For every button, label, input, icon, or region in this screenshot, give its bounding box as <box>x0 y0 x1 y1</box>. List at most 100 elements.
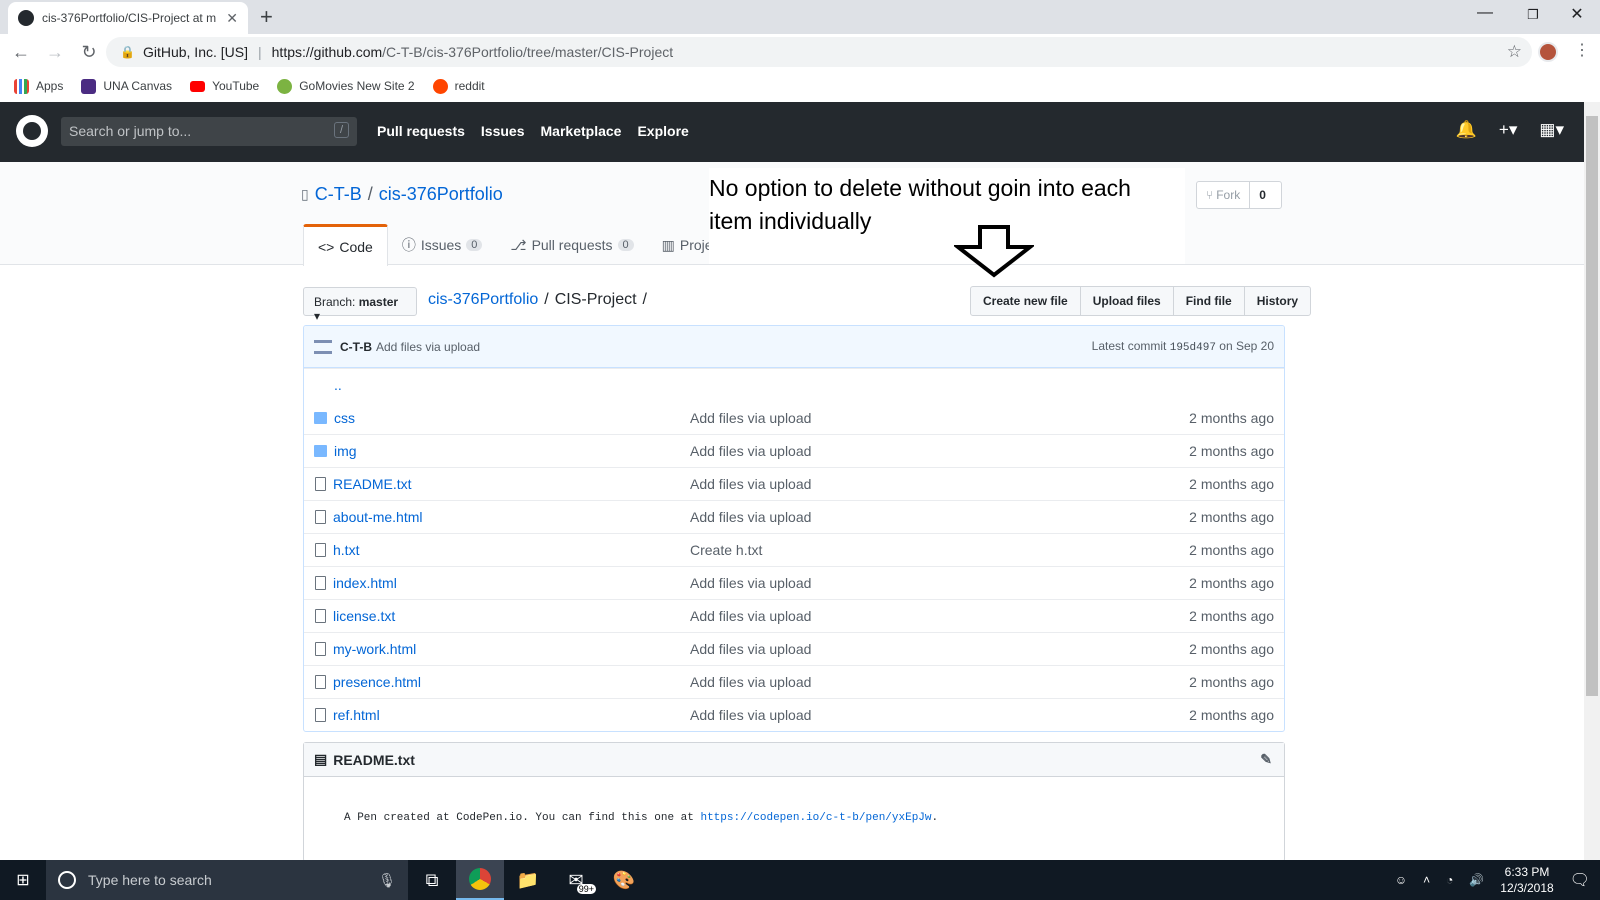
wifi-icon[interactable]: ◔ <box>1446 873 1453 887</box>
tab-title: cis-376Portfolio/CIS-Project at m <box>42 11 217 25</box>
file-commit-message[interactable]: Add files via upload <box>690 410 811 426</box>
bookmark-una-canvas[interactable]: UNA Canvas <box>81 78 172 94</box>
address-bar[interactable]: 🔒 GitHub, Inc. [US] | https://github.com… <box>106 37 1532 67</box>
file-explorer-icon[interactable]: 📁 <box>504 860 552 900</box>
file-commit-message[interactable]: Add files via upload <box>690 707 811 723</box>
windows-start-icon[interactable]: ⊞ <box>0 870 46 890</box>
file-row[interactable]: index.html Add files via upload 2 months a… <box>304 566 1284 599</box>
profile-avatar[interactable] <box>1538 42 1558 62</box>
microphone-icon[interactable]: 🎙 <box>378 872 396 889</box>
file-row[interactable]: license.txt Add files via upload 2 months … <box>304 599 1284 632</box>
tab-pull-requests[interactable]: ⎇ Pull requests 0 <box>496 224 647 266</box>
people-icon[interactable]: ☺ <box>1395 873 1407 887</box>
search-shortcut-key: / <box>333 122 349 138</box>
back-icon[interactable]: ← <box>4 42 38 63</box>
commit-sha[interactable]: 195d497 <box>1170 342 1216 354</box>
file-row[interactable]: img Add files via upload 2 months ago <box>304 434 1284 467</box>
file-commit-message[interactable]: Create h.txt <box>690 542 762 558</box>
tray-chevron-up-icon[interactable]: ˄ <box>1423 873 1430 887</box>
file-commit-message[interactable]: Add files via upload <box>690 575 811 591</box>
commit-author-avatar[interactable] <box>314 339 332 354</box>
file-name-link[interactable]: presence.html <box>333 674 688 690</box>
search-input[interactable]: Search or jump to... / <box>61 117 357 146</box>
file-name-link[interactable]: index.html <box>333 575 688 591</box>
bookmark-gomovies[interactable]: GoMovies New Site 2 <box>277 78 415 94</box>
file-name-link[interactable]: ref.html <box>333 707 688 723</box>
browser-tab[interactable]: cis-376Portfolio/CIS-Project at m ✕ <box>8 2 248 34</box>
tab-code[interactable]: <> Code <box>303 224 388 266</box>
close-tab-icon[interactable]: ✕ <box>226 10 238 27</box>
file-row[interactable]: css Add files via upload 2 months ago <box>304 401 1284 434</box>
create-new-plus-icon[interactable]: +▾ <box>1499 120 1517 140</box>
file-commit-message[interactable]: Add files via upload <box>690 608 811 624</box>
parent-directory-link[interactable]: .. <box>304 377 659 393</box>
task-view-icon[interactable]: ⧉ <box>408 860 456 900</box>
minimize-icon[interactable]: — <box>1462 4 1508 22</box>
notifications-bell-icon[interactable]: 🔔 <box>1456 120 1477 140</box>
file-commit-message[interactable]: Add files via upload <box>690 509 811 525</box>
file-name-link[interactable]: css <box>334 410 689 426</box>
repo-book-icon: ▯ <box>301 186 309 202</box>
file-commit-message[interactable]: Add files via upload <box>690 674 811 690</box>
taskbar-search-input[interactable]: Type here to search 🎙 <box>46 860 408 900</box>
restore-icon[interactable]: ❐ <box>1510 7 1556 23</box>
chrome-taskbar-icon[interactable] <box>456 860 504 900</box>
forward-icon[interactable]: → <box>38 42 72 63</box>
bookmark-star-icon[interactable]: ☆ <box>1507 42 1522 62</box>
file-name-link[interactable]: img <box>334 443 689 459</box>
parent-directory-row[interactable]: .. <box>304 368 1284 401</box>
nav-explore[interactable]: Explore <box>637 123 688 139</box>
readme-codepen-link[interactable]: https://codepen.io/c-t-b/pen/yxEpJw <box>700 812 931 824</box>
bookmark-label: YouTube <box>212 79 260 93</box>
upload-files-button[interactable]: Upload files <box>1081 287 1174 315</box>
file-commit-message[interactable]: Add files via upload <box>690 641 811 657</box>
volume-icon[interactable]: 🔊 <box>1469 873 1484 887</box>
scrollbar-thumb[interactable] <box>1586 116 1598 696</box>
close-window-icon[interactable]: ✕ <box>1554 4 1600 24</box>
page-scrollbar[interactable] <box>1584 102 1600 860</box>
create-new-file-button[interactable]: Create new file <box>971 287 1081 315</box>
file-row[interactable]: h.txt Create h.txt 2 months ago <box>304 533 1284 566</box>
commit-author[interactable]: C-T-B <box>340 340 372 354</box>
file-row[interactable]: ref.html Add files via upload 2 months ago <box>304 698 1284 731</box>
tab-issues[interactable]: ⓘ Issues 0 <box>388 224 497 266</box>
bookmark-apps[interactable]: Apps <box>14 78 63 94</box>
history-button[interactable]: History <box>1245 287 1310 315</box>
fork-button[interactable]: ⑂ Fork 0 <box>1196 181 1282 209</box>
branch-selector[interactable]: Branch: master ▾ <box>303 287 417 323</box>
nav-issues[interactable]: Issues <box>481 123 525 139</box>
edit-pencil-icon[interactable]: ✎ <box>1260 751 1272 768</box>
breadcrumb-current: CIS-Project <box>554 291 637 308</box>
file-name-link[interactable]: my-work.html <box>333 641 688 657</box>
browser-menu-icon[interactable]: ⋮ <box>1574 40 1590 60</box>
file-row[interactable]: README.txt Add files via upload 2 months a… <box>304 467 1284 500</box>
file-row[interactable]: about-me.html Add files via upload 2 month… <box>304 500 1284 533</box>
file-row[interactable]: presence.html Add files via upload 2 month… <box>304 665 1284 698</box>
commit-message[interactable]: Add files via upload <box>376 340 480 354</box>
file-name-link[interactable]: h.txt <box>333 542 688 558</box>
nav-marketplace[interactable]: Marketplace <box>541 123 622 139</box>
mail-icon[interactable]: ✉ 99+ <box>552 860 600 900</box>
file-name-link[interactable]: README.txt <box>333 476 688 492</box>
breadcrumb-root-link[interactable]: cis-376Portfolio <box>428 291 538 309</box>
repo-name-link[interactable]: cis-376Portfolio <box>379 184 503 205</box>
file-row[interactable]: my-work.html Add files via upload 2 months… <box>304 632 1284 665</box>
nav-pull-requests[interactable]: Pull requests <box>377 123 465 139</box>
repo-owner-link[interactable]: C-T-B <box>315 184 362 205</box>
fork-count[interactable]: 0 <box>1249 182 1275 208</box>
file-icon <box>315 675 326 689</box>
new-tab-icon[interactable]: + <box>260 4 273 30</box>
user-menu-icon[interactable]: ▦▾ <box>1539 120 1564 140</box>
system-clock[interactable]: 6:33 PM 12/3/2018 <box>1500 864 1553 896</box>
notifications-icon[interactable]: 🗨 <box>1570 870 1590 890</box>
github-logo-icon[interactable] <box>16 115 48 147</box>
find-file-button[interactable]: Find file <box>1174 287 1245 315</box>
file-commit-message[interactable]: Add files via upload <box>690 476 811 492</box>
bookmark-reddit[interactable]: reddit <box>432 78 485 94</box>
file-commit-message[interactable]: Add files via upload <box>690 443 811 459</box>
file-name-link[interactable]: about-me.html <box>333 509 688 525</box>
file-name-link[interactable]: license.txt <box>333 608 688 624</box>
paint-icon[interactable]: 🎨 <box>600 860 648 900</box>
reload-icon[interactable]: ↻ <box>72 42 106 63</box>
bookmark-youtube[interactable]: YouTube <box>190 79 259 93</box>
